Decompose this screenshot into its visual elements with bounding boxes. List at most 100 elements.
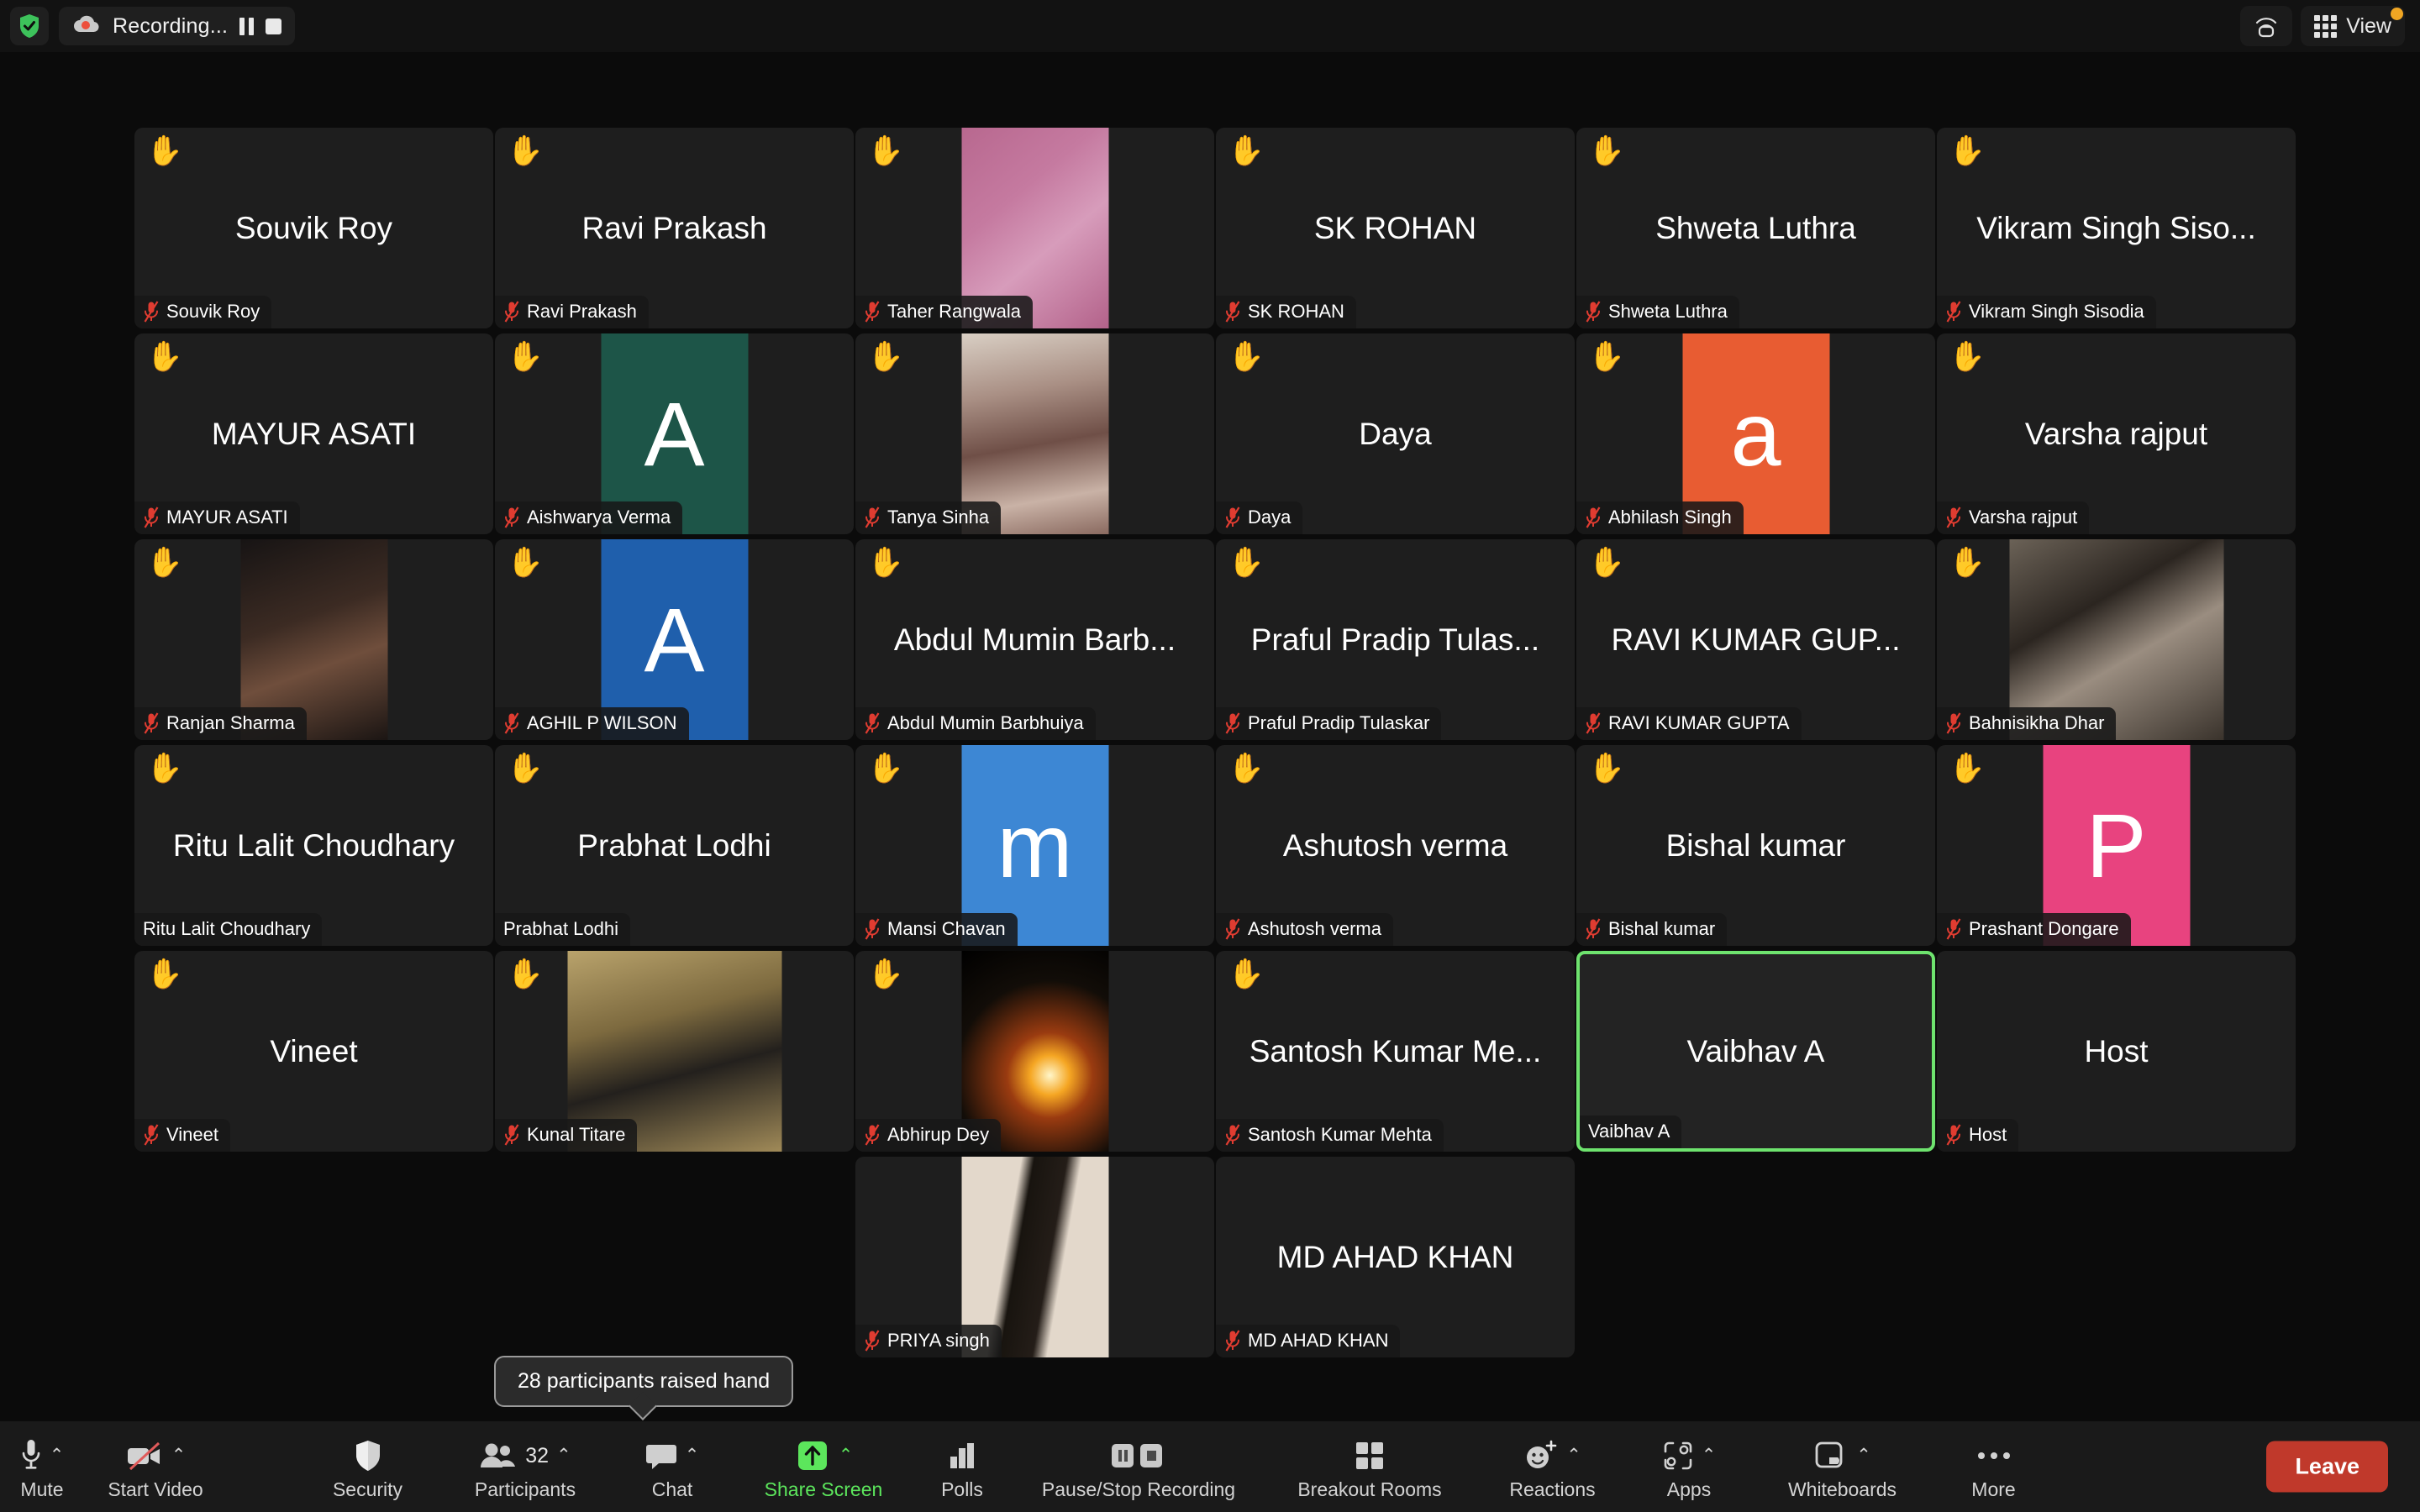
- participants-button[interactable]: 32 ⌃ Participants: [441, 1421, 609, 1512]
- raised-hand-icon: ✋: [1588, 753, 1625, 783]
- participant-tile[interactable]: Souvik Roy✋Souvik Roy: [134, 128, 493, 328]
- start-video-button[interactable]: ⌃ Start Video: [84, 1421, 227, 1512]
- whiteboards-options-chevron-icon[interactable]: ⌃: [1856, 1436, 1871, 1475]
- video-options-chevron-icon[interactable]: ⌃: [171, 1436, 187, 1475]
- participant-name-label: Prashant Dongare: [1969, 918, 2119, 940]
- participant-tile[interactable]: ✋ Abhirup Dey: [855, 951, 1214, 1152]
- shield-icon: [354, 1436, 382, 1475]
- participant-name-label: Souvik Roy: [166, 301, 260, 323]
- raised-hand-icon: ✋: [1588, 548, 1625, 577]
- leave-button[interactable]: Leave: [2266, 1441, 2388, 1493]
- breakout-rooms-button[interactable]: Breakout Rooms: [1265, 1421, 1475, 1512]
- chat-options-chevron-icon[interactable]: ⌃: [685, 1436, 700, 1475]
- participant-tile[interactable]: P✋Prashant Dongare: [1937, 745, 2296, 946]
- pause-stop-recording-button[interactable]: Pause/Stop Recording: [1013, 1421, 1265, 1512]
- toolbar-items: ⌃ Mute ⌃ Start Video Security: [0, 1421, 2050, 1512]
- participant-name-bar: Vineet: [134, 1119, 230, 1152]
- mic-muted-icon: [503, 712, 520, 734]
- participant-tile[interactable]: Abdul Mumin Barb...✋Abdul Mumin Barbhuiy…: [855, 539, 1214, 740]
- participant-name-bar: Ranjan Sharma: [134, 707, 307, 740]
- mic-muted-icon: [1585, 301, 1602, 323]
- participant-tile[interactable]: RAVI KUMAR GUP...✋RAVI KUMAR GUPTA: [1576, 539, 1935, 740]
- pause-stop-icon: [1109, 1436, 1168, 1475]
- participant-center-name: Vikram Singh Siso...: [1937, 211, 2296, 246]
- participant-center-name: Daya: [1216, 417, 1575, 452]
- participant-tile[interactable]: Vaibhav AVaibhav A: [1576, 951, 1935, 1152]
- reactions-options-chevron-icon[interactable]: ⌃: [1566, 1436, 1581, 1475]
- participant-tile[interactable]: HostHost: [1937, 951, 2296, 1152]
- participant-center-name: Souvik Roy: [134, 211, 493, 246]
- participant-tile[interactable]: Ravi Prakash✋Ravi Prakash: [495, 128, 854, 328]
- participant-tile[interactable]: ✋Ranjan Sharma: [134, 539, 493, 740]
- recording-status-group: Recording...: [0, 7, 295, 45]
- mute-options-chevron-icon[interactable]: ⌃: [50, 1436, 65, 1475]
- participant-tile[interactable]: Ashutosh verma✋Ashutosh verma: [1216, 745, 1575, 946]
- participant-tile[interactable]: Shweta Luthra✋Shweta Luthra: [1576, 128, 1935, 328]
- cast-icon[interactable]: [2240, 6, 2292, 46]
- participant-tile[interactable]: A✋AGHIL P WILSON: [495, 539, 854, 740]
- mic-muted-icon: [864, 1330, 881, 1352]
- participant-name-label: Tanya Sinha: [887, 507, 989, 528]
- participant-tile[interactable]: ✋Tanya Sinha: [855, 333, 1214, 534]
- participant-tile[interactable]: Bishal kumar✋Bishal kumar: [1576, 745, 1935, 946]
- participant-name-label: Aishwarya Verma: [527, 507, 671, 528]
- participant-name-label: Shweta Luthra: [1608, 301, 1728, 323]
- mic-muted-icon: [1224, 1124, 1241, 1146]
- mic-muted-icon: [1945, 712, 1962, 734]
- whiteboards-button[interactable]: ⌃ Whiteboards: [1748, 1421, 1937, 1512]
- participant-tile[interactable]: PRIYA singh: [855, 1157, 1214, 1357]
- participant-tile[interactable]: ✋Bahnisikha Dhar: [1937, 539, 2296, 740]
- apps-button[interactable]: ⌃ Apps: [1630, 1421, 1748, 1512]
- share-screen-options-chevron-icon[interactable]: ⌃: [839, 1436, 854, 1475]
- view-label: View: [2346, 14, 2391, 39]
- participant-tile[interactable]: Vineet✋Vineet: [134, 951, 493, 1152]
- participant-name-label: Abhirup Dey: [887, 1124, 989, 1146]
- shield-check-icon[interactable]: [10, 7, 49, 45]
- reactions-button[interactable]: ⌃ Reactions: [1475, 1421, 1630, 1512]
- more-label: More: [1971, 1478, 2015, 1501]
- pause-recording-button[interactable]: [239, 18, 254, 35]
- more-button[interactable]: More: [1937, 1421, 2050, 1512]
- raised-hand-icon: ✋: [1228, 342, 1265, 371]
- polls-button[interactable]: Polls: [912, 1421, 1013, 1512]
- meeting-toolbar: ⌃ Mute ⌃ Start Video Security: [0, 1421, 2420, 1512]
- mic-muted-icon: [1224, 507, 1241, 528]
- raised-hand-icon: ✋: [867, 959, 904, 989]
- participant-tile[interactable]: Vikram Singh Siso...✋Vikram Singh Sisodi…: [1937, 128, 2296, 328]
- participant-name-bar: Abdul Mumin Barbhuiya: [855, 707, 1096, 740]
- participant-tile[interactable]: Praful Pradip Tulas...✋Praful Pradip Tul…: [1216, 539, 1575, 740]
- participant-tile[interactable]: a✋Abhilash Singh: [1576, 333, 1935, 534]
- participant-name-label: PRIYA singh: [887, 1330, 990, 1352]
- participant-tile[interactable]: SK ROHAN✋SK ROHAN: [1216, 128, 1575, 328]
- participant-tile[interactable]: m✋Mansi Chavan: [855, 745, 1214, 946]
- whiteboard-icon: [1813, 1436, 1849, 1475]
- participant-tile[interactable]: MAYUR ASATI✋MAYUR ASATI: [134, 333, 493, 534]
- participant-center-name: Praful Pradip Tulas...: [1216, 622, 1575, 658]
- chat-button[interactable]: ⌃ Chat: [609, 1421, 735, 1512]
- mic-muted-icon: [503, 301, 520, 323]
- raised-hand-icon: ✋: [507, 136, 544, 165]
- participants-options-chevron-icon[interactable]: ⌃: [556, 1436, 571, 1475]
- participant-tile[interactable]: Ritu Lalit Choudhary✋Ritu Lalit Choudhar…: [134, 745, 493, 946]
- participant-tile[interactable]: Santosh Kumar Me...✋Santosh Kumar Mehta: [1216, 951, 1575, 1152]
- raised-hand-icon: ✋: [1588, 136, 1625, 165]
- participant-tile[interactable]: Varsha rajput✋Varsha rajput: [1937, 333, 2296, 534]
- security-button[interactable]: Security: [294, 1421, 441, 1512]
- participant-tile[interactable]: ✋Taher Rangwala: [855, 128, 1214, 328]
- participant-center-name: Abdul Mumin Barb...: [855, 622, 1214, 658]
- participant-tile[interactable]: Daya✋Daya: [1216, 333, 1575, 534]
- participant-center-name: SK ROHAN: [1216, 211, 1575, 246]
- raised-hand-icon: ✋: [507, 548, 544, 577]
- apps-options-chevron-icon[interactable]: ⌃: [1702, 1436, 1717, 1475]
- share-screen-button[interactable]: ⌃ Share Screen: [735, 1421, 912, 1512]
- raised-hand-icon: ✋: [507, 342, 544, 371]
- mute-button[interactable]: ⌃ Mute: [0, 1421, 84, 1512]
- stop-recording-button[interactable]: [266, 18, 281, 34]
- raised-hand-icon: ✋: [1228, 753, 1265, 783]
- participant-tile[interactable]: ✋Kunal Titare: [495, 951, 854, 1152]
- participant-tile[interactable]: Prabhat Lodhi✋Prabhat Lodhi: [495, 745, 854, 946]
- participant-tile[interactable]: A✋Aishwarya Verma: [495, 333, 854, 534]
- grid-spacer: [134, 1157, 493, 1357]
- participant-tile[interactable]: MD AHAD KHANMD AHAD KHAN: [1216, 1157, 1575, 1357]
- view-button[interactable]: View: [2301, 6, 2405, 46]
